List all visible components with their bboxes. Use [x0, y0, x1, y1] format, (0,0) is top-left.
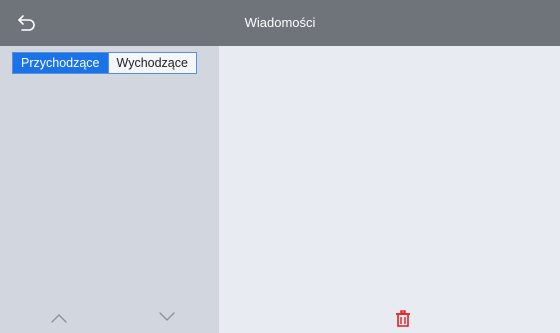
page-title: Wiadomości [244, 15, 316, 30]
message-content-area [219, 46, 560, 333]
chevron-up-icon [51, 314, 67, 323]
delete-button[interactable] [393, 309, 413, 329]
trash-icon [396, 310, 410, 327]
message-tabs: Przychodzące Wychodzące [12, 52, 197, 74]
scroll-up-button[interactable] [47, 309, 71, 327]
sidebar: Przychodzące Wychodzące [0, 46, 219, 333]
tab-outgoing[interactable]: Wychodzące [107, 53, 196, 73]
tab-incoming[interactable]: Przychodzące [13, 53, 108, 73]
scroll-down-button[interactable] [155, 307, 179, 325]
chevron-down-icon [159, 312, 175, 321]
top-bar: Wiadomości [0, 0, 560, 46]
